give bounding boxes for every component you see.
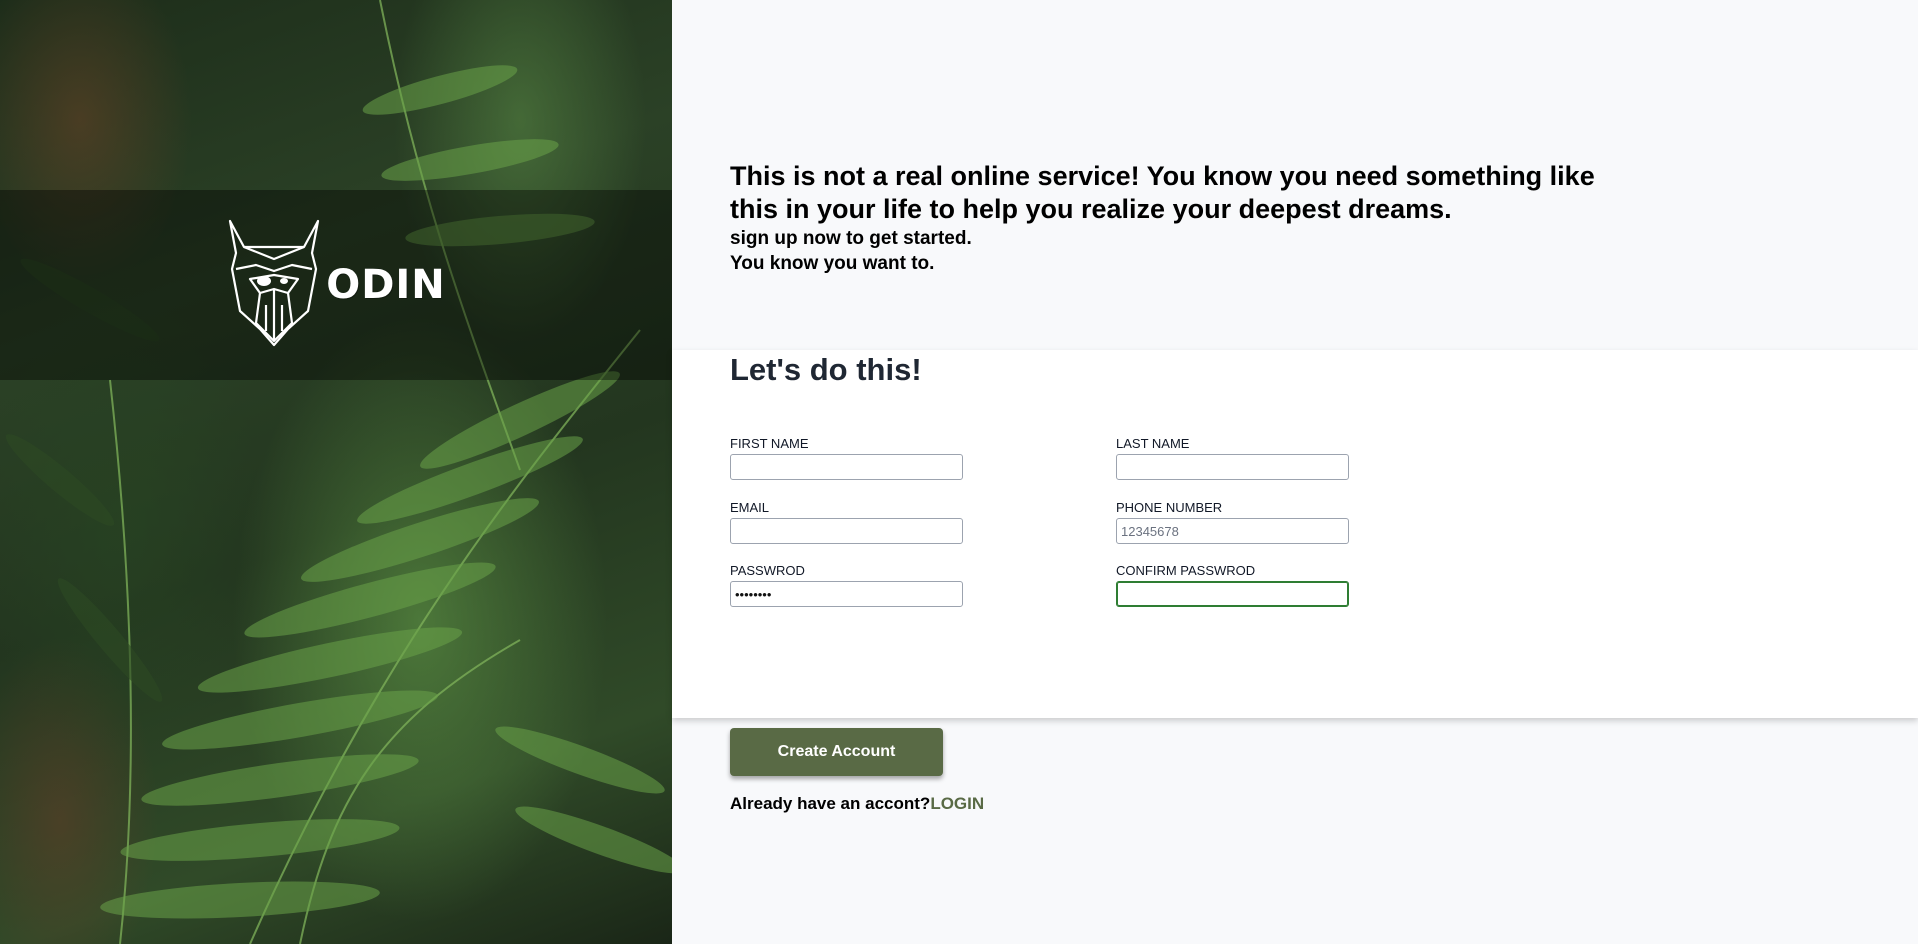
first-name-label: FIRST NAME: [730, 436, 809, 451]
first-name-input[interactable]: [730, 454, 963, 480]
confirm-password-input[interactable]: [1116, 581, 1349, 607]
last-name-label: LAST NAME: [1116, 436, 1190, 451]
phone-input[interactable]: [1116, 518, 1349, 544]
phone-label: PHONE NUMBER: [1116, 500, 1223, 515]
email-input[interactable]: [730, 518, 963, 544]
fern-foliage: [5, 0, 672, 944]
last-name-group: LAST NAME: [1116, 436, 1350, 480]
intro-section: This is not a real online service! You k…: [672, 0, 1918, 350]
confirm-password-label: CONFIRM PASSWROD: [1116, 563, 1256, 578]
intro-subline-2: You know you want to.: [730, 253, 935, 274]
last-name-input[interactable]: [1116, 454, 1349, 480]
fern-hero-image: ODIN: [0, 0, 672, 944]
brand-logo[interactable]: ODIN: [226, 219, 446, 352]
intro-subline-1: sign up now to get started.: [730, 228, 972, 249]
password-input[interactable]: [730, 581, 963, 607]
email-group: EMAIL: [730, 500, 964, 544]
email-label: EMAIL: [730, 500, 770, 515]
signup-page: ODIN This is not a real online service! …: [0, 0, 1918, 944]
password-label: PASSWROD: [730, 563, 805, 578]
login-link[interactable]: LOGIN: [930, 794, 984, 813]
phone-group: PHONE NUMBER: [1116, 500, 1350, 544]
login-prompt-line: Already have an accont?LOGIN: [730, 794, 984, 814]
login-prompt-text: Already have an accont?: [730, 794, 931, 813]
logo-band: ODIN: [0, 190, 672, 380]
viking-head-icon: [226, 219, 322, 352]
brand-name: ODIN: [326, 262, 446, 308]
create-account-button[interactable]: Create Account: [730, 728, 943, 776]
form-actions: Create Account Already have an accont?LO…: [730, 728, 984, 814]
first-name-group: FIRST NAME: [730, 436, 964, 480]
intro-text: This is not a real online service! You k…: [730, 160, 1630, 276]
confirm-password-group: CONFIRM PASSWROD: [1116, 563, 1350, 607]
intro-headline: This is not a real online service! You k…: [730, 161, 1595, 224]
password-group: PASSWROD: [730, 563, 964, 607]
signup-form: Let's do this! FIRST NAME LAST NAME EMAI…: [672, 350, 1918, 718]
signup-content: This is not a real online service! You k…: [672, 0, 1918, 944]
form-title: Let's do this!: [730, 352, 922, 387]
